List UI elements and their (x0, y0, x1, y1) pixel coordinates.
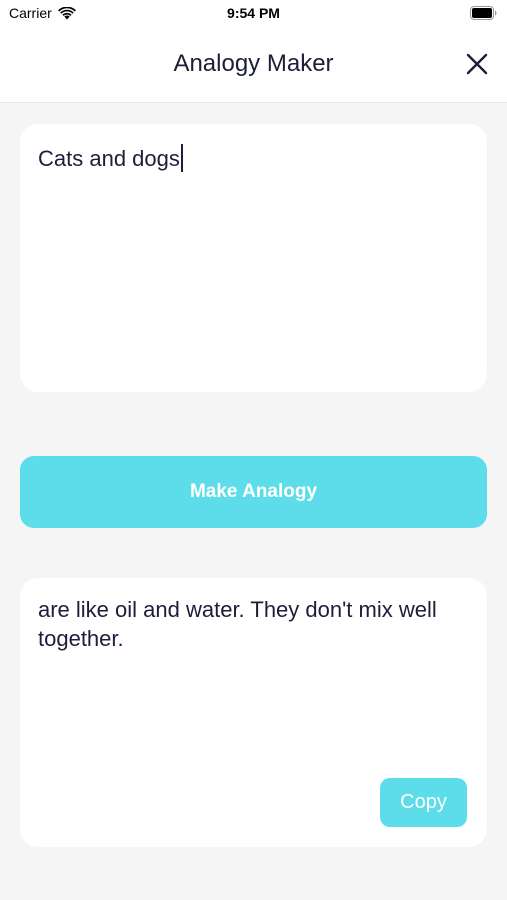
analogy-result-text: are like oil and water. They don't mix w… (38, 597, 437, 651)
battery-icon (470, 6, 497, 20)
topic-input-value: Cats and dogs (38, 146, 180, 171)
analogy-output: are like oil and water. They don't mix w… (20, 578, 487, 847)
status-time: 9:54 PM (227, 5, 280, 21)
status-bar: Carrier 9:54 PM (0, 0, 507, 28)
text-cursor (180, 144, 183, 172)
close-icon (466, 53, 488, 75)
close-button[interactable] (465, 52, 489, 76)
copy-label: Copy (400, 791, 447, 813)
copy-button[interactable]: Copy (380, 778, 467, 827)
make-analogy-button[interactable]: Make Analogy (20, 456, 487, 528)
header-area: Carrier 9:54 PM Analogy Maker (0, 0, 507, 103)
topic-input-field[interactable]: Cats and dogs (20, 124, 487, 392)
page-title: Analogy Maker (173, 50, 334, 77)
make-analogy-label: Make Analogy (189, 481, 318, 502)
